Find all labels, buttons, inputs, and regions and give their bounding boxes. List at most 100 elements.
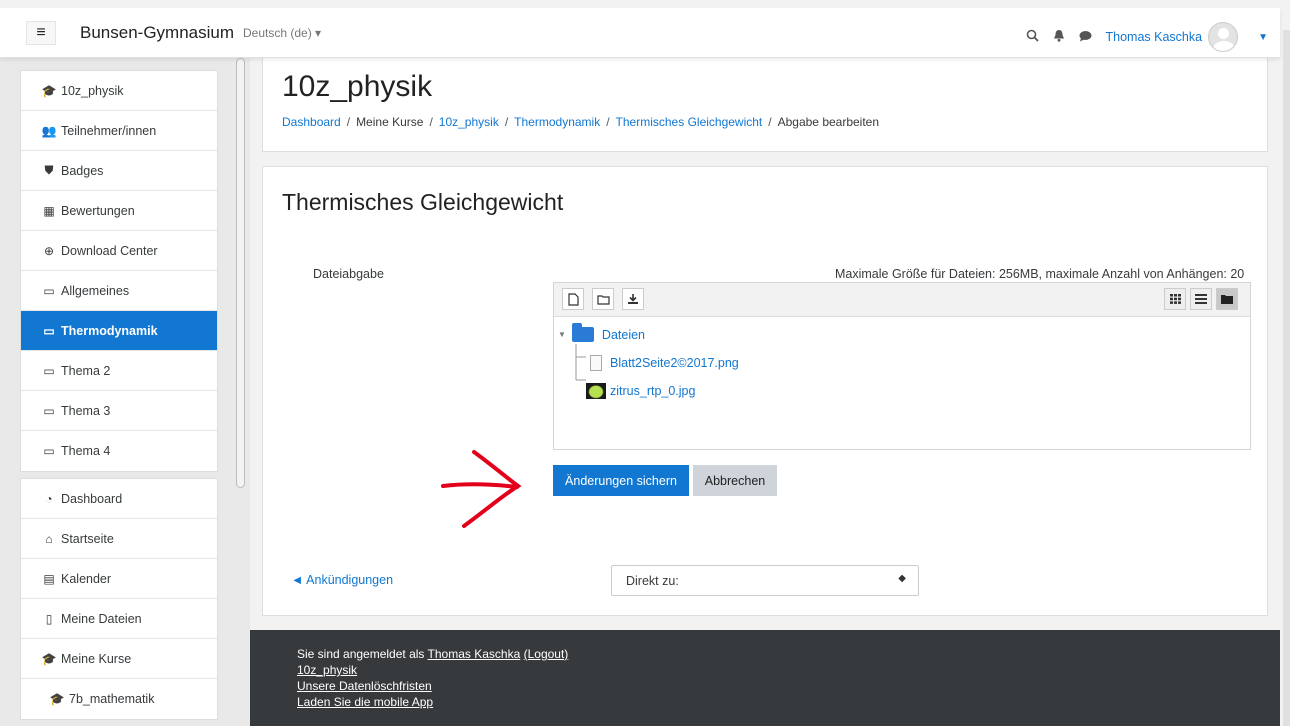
sidebar-item-thermodynamik[interactable]: ▭ Thermodynamik — [21, 311, 217, 351]
breadcrumb-activity[interactable]: Thermisches Gleichgewicht — [616, 115, 763, 129]
folder-icon: ▭ — [43, 444, 55, 458]
image-file-icon — [590, 355, 602, 371]
breadcrumb-course[interactable]: 10z_physik — [439, 115, 499, 129]
list-view-icon[interactable] — [1190, 288, 1212, 310]
users-icon: 👥 — [41, 123, 57, 138]
page-title: 10z_physik — [282, 70, 433, 103]
file-manager: ▼ Dateien Blatt2Seite2©2017.png zitrus_r… — [553, 282, 1251, 450]
previous-activity-link[interactable]: ◄ Ankündigungen — [291, 573, 393, 587]
image-thumbnail-icon — [586, 383, 606, 399]
sidebar-item-my-courses[interactable]: 🎓 Meine Kurse — [21, 639, 217, 679]
sidebar-item-thema-2[interactable]: ▭ Thema 2 — [21, 351, 217, 391]
file-tree: ▼ Dateien Blatt2Seite2©2017.png zitrus_r… — [554, 317, 1250, 399]
tree-view-icon[interactable] — [1216, 288, 1238, 310]
sidebar-item-download-center[interactable]: ⊕ Download Center — [21, 231, 217, 271]
sidebar-item-general[interactable]: ▭ Allgemeines — [21, 271, 217, 311]
tree-lines — [575, 344, 586, 381]
sidebar-item-label: Kalender — [61, 571, 112, 586]
nav-drawer: 🎓 10z_physik 👥 Teilnehmer/innen ⛊ Badges ▦ B… — [0, 58, 250, 726]
sidebar-item-7b-mathematik[interactable]: 🎓 7b_mathematik — [21, 679, 217, 719]
folder-icon: ▭ — [43, 403, 55, 418]
user-menu-area: Thomas Kaschka ▼ — [1026, 22, 1268, 52]
page-footer: Sie sind angemeldet als Thomas Kaschka (… — [250, 630, 1280, 726]
shield-icon: ⛊ — [44, 163, 54, 177]
sidebar-item-thema-3[interactable]: ▭ Thema 3 — [21, 391, 217, 431]
course-nav-group: 🎓 10z_physik 👥 Teilnehmer/innen ⛊ Badges ▦ B… — [20, 70, 218, 472]
profile-link[interactable]: Thomas Kaschka — [428, 647, 521, 661]
graduation-cap-icon: 🎓 — [49, 692, 65, 706]
sidebar-item-my-files[interactable]: ▯ Meine Dateien — [21, 599, 217, 639]
sidebar-item-badges[interactable]: ⛊ Badges — [21, 151, 217, 191]
collapse-icon[interactable]: ▼ — [558, 330, 566, 339]
tree-file-row[interactable]: Blatt2Seite2©2017.png — [590, 355, 739, 371]
footer-course-link[interactable]: 10z_physik — [297, 663, 357, 677]
create-folder-icon[interactable] — [592, 288, 614, 310]
site-name[interactable]: Bunsen-Gymnasium — [80, 23, 234, 43]
sidebar-item-label: Thema 4 — [61, 444, 111, 458]
chevron-down-icon[interactable]: ▼ — [1258, 32, 1268, 43]
sidebar-item-label: 7b_mathematik — [69, 692, 155, 706]
sidebar-item-course[interactable]: 🎓 10z_physik — [21, 71, 217, 111]
sidebar-item-dashboard[interactable]: ◔ Dashboard — [21, 479, 217, 519]
file-manager-toolbar — [554, 283, 1250, 317]
select-arrows-icon: ◆ — [898, 573, 906, 584]
sidebar-item-participants[interactable]: 👥 Teilnehmer/innen — [21, 111, 217, 151]
file-name[interactable]: zitrus_rtp_0.jpg — [610, 384, 695, 398]
home-icon: ⌂ — [45, 531, 53, 546]
folder-icon — [571, 323, 594, 342]
jump-to-select[interactable]: Direkt zu: ◆ — [611, 565, 919, 596]
download-all-icon[interactable] — [622, 288, 644, 310]
sidebar-scrollbar[interactable] — [236, 58, 245, 488]
sidebar-item-label: Thema 3 — [61, 403, 111, 418]
sidebar-item-label: Meine Dateien — [61, 611, 142, 626]
folder-icon: ▭ — [43, 283, 55, 298]
drawer-content: 🎓 10z_physik 👥 Teilnehmer/innen ⛊ Badges ▦ B… — [20, 70, 218, 726]
bell-icon[interactable] — [1053, 29, 1065, 45]
search-icon[interactable] — [1026, 29, 1039, 45]
tree-file-row[interactable]: zitrus_rtp_0.jpg — [586, 383, 695, 399]
sidebar-item-home[interactable]: ⌂ Startseite — [21, 519, 217, 559]
sidebar-item-label: Bewertungen — [61, 203, 135, 218]
breadcrumb-dashboard[interactable]: Dashboard — [282, 115, 341, 129]
breadcrumb-separator: / — [504, 115, 509, 129]
chat-icon[interactable] — [1079, 30, 1092, 45]
breadcrumb-section[interactable]: Thermodynamik — [514, 115, 600, 129]
table-icon: ▦ — [43, 203, 55, 218]
sidebar-item-label: Meine Kurse — [61, 651, 132, 666]
folder-name[interactable]: Dateien — [602, 328, 645, 342]
page-header: 10z_physik Dashboard / Meine Kurse / 10z… — [262, 58, 1268, 152]
data-retention-link[interactable]: Unsere Datenlöschfristen — [297, 679, 432, 693]
breadcrumb: Dashboard / Meine Kurse / 10z_physik / T… — [282, 115, 879, 129]
sidebar-item-label: Badges — [61, 163, 104, 178]
add-file-icon[interactable] — [562, 288, 584, 310]
user-name[interactable]: Thomas Kaschka — [1106, 30, 1203, 44]
cancel-button[interactable]: Abbrechen — [693, 465, 777, 496]
breadcrumb-current: Abgabe bearbeiten — [777, 115, 880, 129]
red-arrow-annotation — [441, 450, 522, 528]
sidebar-item-thema-4[interactable]: ▭ Thema 4 — [21, 431, 217, 471]
file-name[interactable]: Blatt2Seite2©2017.png — [610, 356, 739, 370]
activity-title: Thermisches Gleichgewicht — [282, 189, 564, 215]
avatar[interactable] — [1208, 22, 1239, 52]
breadcrumb-separator: / — [768, 115, 772, 129]
breadcrumb-separator: / — [429, 115, 433, 129]
grid-view-icon[interactable] — [1164, 288, 1186, 310]
save-changes-button[interactable]: Änderungen sichern — [553, 465, 689, 496]
language-selector[interactable]: Deutsch (de) ▾ — [243, 26, 321, 40]
file-submission-label: Dateiabgabe — [313, 267, 384, 281]
hamburger-icon[interactable]: ≡ — [26, 21, 56, 45]
sidebar-item-label: Allgemeines — [61, 283, 130, 298]
sidebar-item-label: Startseite — [61, 531, 114, 546]
tree-root-folder[interactable]: ▼ Dateien — [558, 323, 645, 342]
logout-link[interactable]: (Logout) — [524, 647, 569, 661]
mobile-app-link[interactable]: Laden Sie die mobile App — [297, 695, 433, 709]
file-icon: ▯ — [45, 611, 53, 626]
sidebar-item-grades[interactable]: ▦ Bewertungen — [21, 191, 217, 231]
sidebar-item-label: Download Center — [61, 243, 158, 258]
sidebar-item-calendar[interactable]: ▤ Kalender — [21, 559, 217, 599]
page-scrollbar[interactable] — [1283, 30, 1290, 726]
breadcrumb-my-courses: Meine Kurse — [356, 115, 424, 129]
sidebar-item-label: Dashboard — [61, 491, 123, 506]
folder-icon: ▭ — [43, 323, 55, 338]
download-icon: ⊕ — [43, 243, 55, 258]
